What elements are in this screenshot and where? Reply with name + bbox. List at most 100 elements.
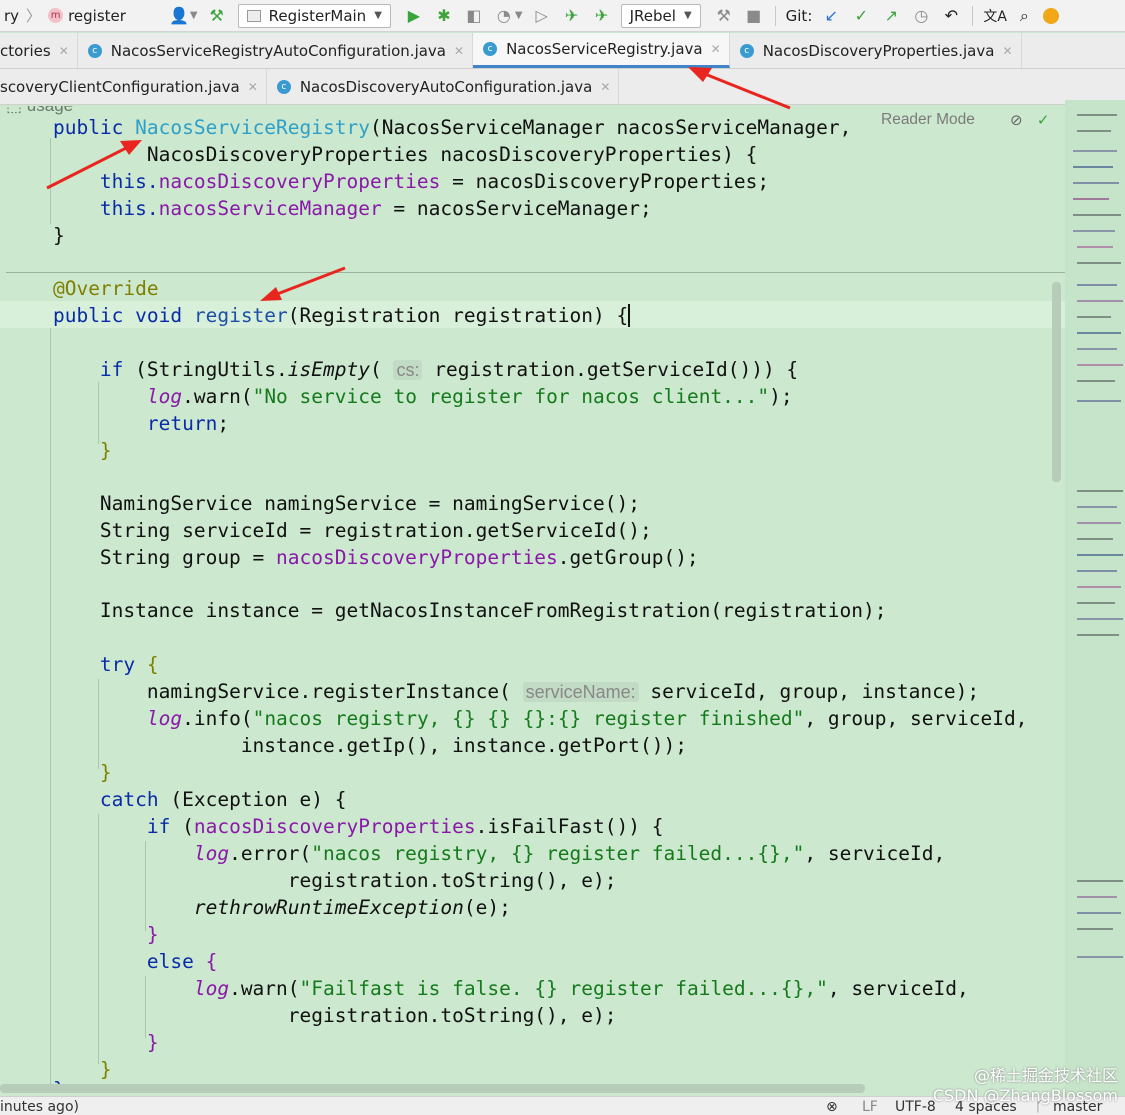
git-history-button[interactable]: ◷: [906, 4, 936, 28]
search-everywhere-button[interactable]: ⌕: [1009, 4, 1039, 28]
tab-nacos-service-registry[interactable]: c NacosServiceRegistry.java ✕: [473, 33, 730, 68]
code-token: }: [52, 224, 65, 247]
code-token: registration.getServiceId())) {: [422, 358, 799, 381]
field-ref: nacosServiceManager: [158, 197, 382, 220]
undo-icon: ↶: [944, 6, 959, 25]
translate-button[interactable]: 文A: [979, 4, 1009, 28]
updates-button[interactable]: [1039, 4, 1063, 28]
editor-tabs-row-1: ctories ✕ c NacosServiceRegistryAutoConfi…: [0, 33, 1125, 69]
close-icon[interactable]: ✕: [600, 80, 610, 94]
code-line: String serviceId = registration.getServi…: [6, 517, 652, 544]
minimap-mark: [1073, 166, 1113, 168]
run-button[interactable]: ▶: [399, 4, 429, 28]
chevron-right-icon: 〉: [26, 7, 42, 25]
constructor-name: NacosServiceRegistry: [135, 116, 370, 139]
tab-nacos-discovery-auto-configuration[interactable]: c NacosDiscoveryAutoConfiguration.java ✕: [267, 69, 620, 104]
module-icon: m: [48, 8, 64, 23]
java-class-icon: c: [739, 43, 754, 58]
code-line: log.info("nacos registry, {} {} {}:{} re…: [6, 705, 1028, 732]
close-icon[interactable]: ✕: [454, 44, 464, 58]
code-token: (e);: [463, 896, 511, 919]
close-icon[interactable]: ✕: [711, 42, 721, 56]
git-push-button[interactable]: ↗: [876, 4, 906, 28]
text-caret: [628, 304, 631, 327]
code-token: (: [369, 116, 382, 139]
jrebel-select[interactable]: JRebel ▼: [620, 3, 701, 28]
attach-button[interactable]: ⚒: [709, 4, 739, 28]
minimap-mark: [1077, 332, 1121, 334]
build-button[interactable]: ⚒: [202, 4, 232, 28]
code-token: .warn(: [229, 977, 300, 1000]
minimap-mark: [1077, 506, 1117, 508]
minimap-mark: [1077, 586, 1121, 588]
main-toolbar: ry 〉 m register 👤 ▼ ⚒ RegisterMain ▼ ▶ ✱ …: [0, 0, 1125, 32]
code-token: (: [369, 358, 382, 381]
git-commit-button[interactable]: ✓: [846, 4, 876, 28]
code-token: {: [193, 950, 218, 973]
close-icon[interactable]: ✕: [248, 80, 258, 94]
debug-button[interactable]: ✱: [429, 4, 459, 28]
minimap-mark: [1077, 364, 1123, 366]
coverage-button[interactable]: ◧: [459, 4, 489, 28]
git-update-button[interactable]: ↙: [816, 4, 846, 28]
toolbar-divider: [972, 5, 974, 26]
vertical-scrollbar[interactable]: [1052, 282, 1061, 482]
git-rollback-button[interactable]: ↶: [936, 4, 966, 28]
tab-nacos-service-registry-auto-configuration[interactable]: c NacosServiceRegistryAutoConfiguration.…: [78, 33, 474, 68]
jrebel-debug-button[interactable]: ✈: [587, 4, 617, 28]
horizontal-scrollbar[interactable]: [0, 1084, 865, 1093]
keyword: this.: [99, 170, 159, 193]
code-editor[interactable]: ⬚ usage public NacosServiceRegistry(Naco…: [0, 106, 1065, 1091]
breadcrumb-prev[interactable]: ry: [0, 4, 23, 28]
minimap-mark: [1073, 182, 1119, 184]
run-disabled-button[interactable]: ▷: [527, 4, 557, 28]
arrow-down-left-icon: ↙: [824, 6, 839, 25]
java-class-icon: c: [276, 79, 291, 94]
git-off-icon[interactable]: ⊗: [826, 1099, 838, 1115]
watermark-line-1: @稀土掘金技术社区: [973, 1066, 1118, 1085]
breadcrumb-module[interactable]: m register: [44, 4, 130, 28]
string-literal: "No service to register for nacos client…: [252, 385, 770, 408]
code-token: .getGroup();: [557, 546, 699, 569]
minimap-mark: [1073, 198, 1109, 200]
code-token: = nacosDiscoveryProperties;: [440, 170, 770, 193]
keyword: this.: [99, 197, 159, 220]
tab-label: NacosServiceRegistry.java: [506, 40, 703, 58]
tab-factories[interactable]: ctories ✕: [0, 33, 78, 68]
chevron-down-icon: ▼: [374, 10, 382, 21]
reader-mode-toggle[interactable]: Reader Mode: [881, 111, 975, 129]
tab-nacos-discovery-properties[interactable]: c NacosDiscoveryProperties.java ✕: [730, 33, 1022, 68]
jrebel-run-button[interactable]: ✈: [557, 4, 587, 28]
code-line: public NacosServiceRegistry(NacosService…: [6, 114, 851, 141]
jrebel-rocket-icon: ✈: [564, 6, 579, 25]
code-token: .error(: [229, 842, 312, 865]
profile-button[interactable]: ◔ ▼: [489, 4, 527, 28]
close-icon[interactable]: ✕: [1002, 44, 1012, 58]
field-ref: nacosDiscoveryProperties: [193, 815, 476, 838]
code-line: }: [6, 1029, 159, 1056]
java-class-icon: c: [87, 43, 102, 58]
toolbar-divider: [774, 5, 776, 26]
minimap-mark: [1073, 214, 1121, 216]
user-menu-button[interactable]: 👤 ▼: [164, 4, 202, 28]
code-line: log.error("nacos registry, {} register f…: [6, 840, 945, 867]
code-token: , serviceId,: [827, 977, 969, 1000]
stop-button[interactable]: ■: [739, 4, 769, 28]
code-line: namingService.registerInstance( serviceN…: [6, 678, 979, 706]
tab-discovery-client-configuration[interactable]: scoveryClientConfiguration.java ✕: [0, 69, 267, 104]
error-stripe-gutter[interactable]: [1065, 100, 1125, 1100]
minimap-mark: [1077, 490, 1123, 492]
coverage-icon: ◧: [466, 6, 482, 25]
close-icon[interactable]: ✕: [59, 44, 69, 58]
vcs-status[interactable]: inutes ago): [0, 1099, 79, 1115]
code-token: String group =: [99, 546, 277, 569]
line-separator[interactable]: LF: [862, 1099, 878, 1115]
field-ref: log: [193, 842, 230, 865]
code-token: ;: [217, 412, 230, 435]
inspection-widget[interactable]: ⊘ ✓: [1010, 111, 1049, 129]
code-token: NamingService namingService = namingServ…: [99, 492, 640, 515]
minimap-mark: [1077, 956, 1123, 958]
run-config-select[interactable]: RegisterMain ▼: [237, 3, 391, 28]
field-ref: nacosDiscoveryProperties: [276, 546, 558, 569]
user-icon: 👤: [168, 6, 189, 25]
